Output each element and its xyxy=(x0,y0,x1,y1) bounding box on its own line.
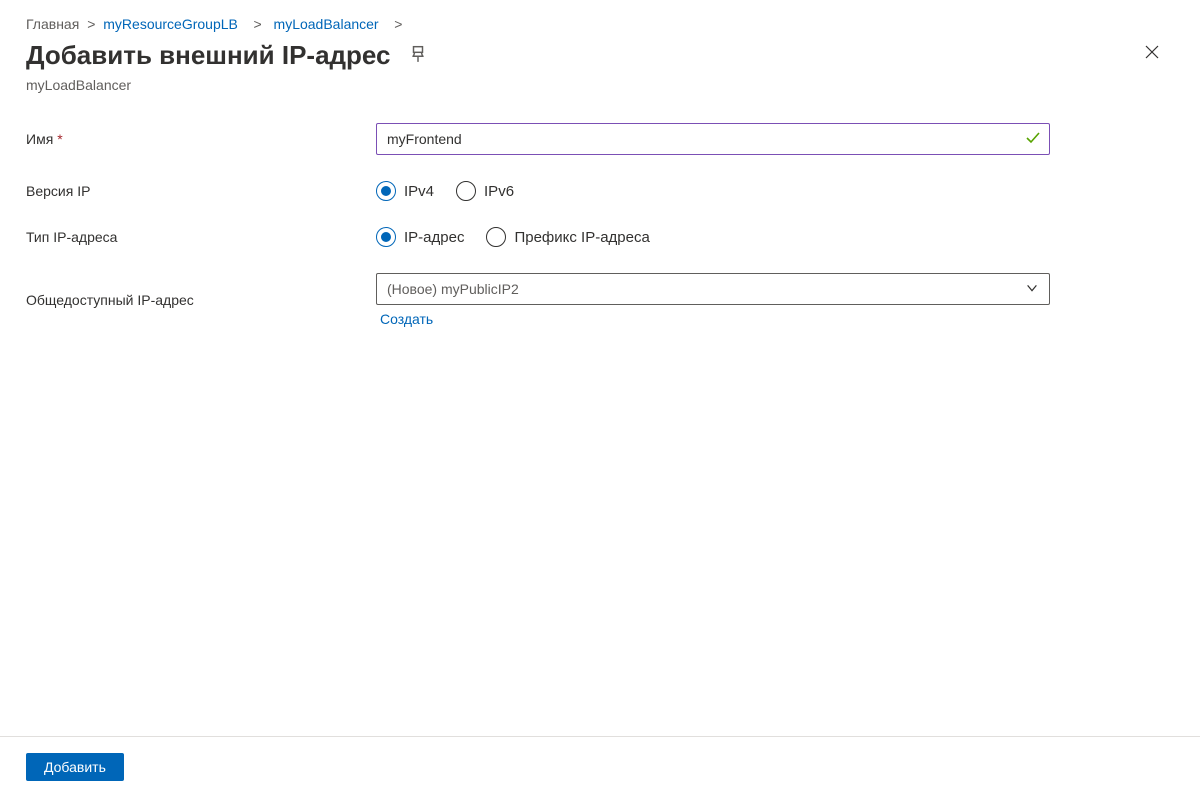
breadcrumb-resource[interactable]: myLoadBalancer xyxy=(274,16,379,32)
radio-ip-address-label: IP-адрес xyxy=(404,229,464,246)
close-icon[interactable] xyxy=(1144,44,1160,63)
name-input[interactable] xyxy=(377,125,1025,153)
radio-ipv6[interactable]: IPv6 xyxy=(456,181,514,201)
create-link[interactable]: Создать xyxy=(376,311,433,327)
breadcrumb-home[interactable]: Главная xyxy=(26,16,79,32)
breadcrumb-sep: > xyxy=(246,16,266,32)
radio-ip-prefix-label: Префикс IP-адреса xyxy=(514,229,649,246)
radio-ipv6-label: IPv6 xyxy=(484,183,514,200)
row-ip-version: Версия IP IPv4 IPv6 xyxy=(26,181,1174,201)
radio-ip-address[interactable]: IP-адрес xyxy=(376,227,464,247)
ip-type-group: IP-адрес Префикс IP-адреса xyxy=(376,227,1050,247)
name-input-wrap[interactable] xyxy=(376,123,1050,155)
ip-version-label: Версия IP xyxy=(26,183,376,199)
breadcrumb: Главная > myResourceGroupLB > myLoadBala… xyxy=(0,0,1200,40)
breadcrumb-group[interactable]: myResourceGroupLB xyxy=(103,16,238,32)
add-button[interactable]: Добавить xyxy=(26,753,124,781)
form: Имя* Версия IP IPv4 xyxy=(0,123,1200,327)
row-ip-type: Тип IP-адреса IP-адрес Префикс IP-адреса xyxy=(26,227,1174,247)
page-header: Добавить внешний IP-адрес xyxy=(0,40,1200,77)
row-name: Имя* xyxy=(26,123,1174,155)
public-ip-value: (Новое) myPublicIP2 xyxy=(387,281,519,297)
pin-icon[interactable] xyxy=(409,45,427,66)
required-asterisk: * xyxy=(57,131,62,147)
radio-ip-prefix[interactable]: Префикс IP-адреса xyxy=(486,227,649,247)
public-ip-select[interactable]: (Новое) myPublicIP2 xyxy=(376,273,1050,305)
public-ip-label: Общедоступный IP-адрес xyxy=(26,292,376,308)
breadcrumb-sep: > xyxy=(386,16,402,32)
check-icon xyxy=(1025,130,1041,149)
radio-ipv4-label: IPv4 xyxy=(404,183,434,200)
footer: Добавить xyxy=(0,736,1200,781)
page-title: Добавить внешний IP-адрес xyxy=(26,40,391,71)
ip-type-label: Тип IP-адреса xyxy=(26,229,376,245)
chevron-down-icon xyxy=(1025,281,1039,298)
page-subtitle: myLoadBalancer xyxy=(0,77,1200,123)
row-public-ip: Общедоступный IP-адрес (Новое) myPublicI… xyxy=(26,273,1174,327)
ip-version-group: IPv4 IPv6 xyxy=(376,181,1050,201)
breadcrumb-sep: > xyxy=(87,16,95,32)
name-label: Имя* xyxy=(26,131,376,147)
radio-ipv4[interactable]: IPv4 xyxy=(376,181,434,201)
